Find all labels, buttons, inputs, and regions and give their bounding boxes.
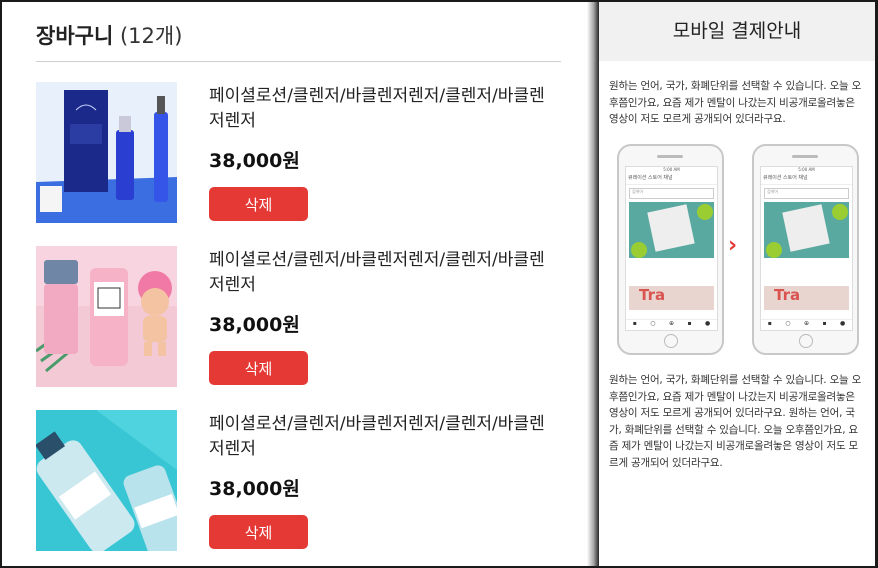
phone-search: 검색어 bbox=[629, 188, 714, 199]
cart-header: 장바구니 (12개) bbox=[36, 20, 182, 50]
product-name[interactable]: 페이셜로션/클렌저/바클렌저렌저/클렌저/바클렌저렌저 bbox=[209, 248, 549, 298]
phone-mockup-before: 5:00 AM 큐레이션 스토어 채널 검색어 Tra ▪ ○ ⊕ ▪ ● bbox=[617, 144, 724, 355]
phone-home-button bbox=[664, 334, 678, 348]
phone-feed-text bbox=[629, 261, 714, 283]
product-price: 38,000원 bbox=[209, 478, 300, 500]
phone-feed-image bbox=[629, 202, 714, 258]
phone-bottom-nav: ▪ ○ ⊕ ▪ ● bbox=[626, 319, 717, 330]
cart-count: (12개) bbox=[119, 24, 183, 48]
phone-bottom-nav: ▪ ○ ⊕ ▪ ● bbox=[761, 319, 852, 330]
phone-mockup-after: 5:00 AM 큐레이션 스토어 채널 검색어 Tra ▪ ○ ⊕ ▪ ● bbox=[752, 144, 859, 355]
phone-speaker bbox=[657, 155, 683, 158]
phone-screen: 5:00 AM 큐레이션 스토어 채널 검색어 Tra ▪ ○ ⊕ ▪ ● bbox=[625, 166, 718, 331]
product-thumbnail-blue-serum[interactable] bbox=[36, 82, 177, 223]
phone-search: 검색어 bbox=[764, 188, 849, 199]
phone-screen: 5:00 AM 큐레이션 스토어 채널 검색어 Tra ▪ ○ ⊕ ▪ ● bbox=[760, 166, 853, 331]
chevron-right-icon: › bbox=[728, 233, 738, 258]
phone-feed-text bbox=[764, 261, 849, 283]
cart-panel: 장바구니 (12개) 페이셜로션/클렌저/바클렌저렌저/클렌저/바클렌저렌저 3… bbox=[2, 2, 595, 566]
product-name[interactable]: 페이셜로션/클렌저/바클렌저렌저/클렌저/바클렌저렌저 bbox=[209, 412, 549, 462]
cart-item: 페이셜로션/클렌저/바클렌저렌저/클렌저/바클렌저렌저 38,000원 삭제 bbox=[36, 82, 566, 226]
phone-home-button bbox=[799, 334, 813, 348]
phone-tabs: 큐레이션 스토어 채널 bbox=[761, 174, 852, 185]
product-price: 38,000원 bbox=[209, 314, 300, 336]
phone-status-bar: 5:00 AM bbox=[798, 167, 815, 172]
product-name[interactable]: 페이셜로션/클렌저/바클렌저렌저/클렌저/바클렌저렌저 bbox=[209, 84, 549, 134]
panel-shadow-divider bbox=[587, 2, 599, 566]
product-price: 38,000원 bbox=[209, 150, 300, 172]
product-thumbnail-sun-stick[interactable] bbox=[36, 246, 177, 387]
mobile-payment-guide-panel: 모바일 결제안내 원하는 언어, 국가, 화폐단위를 선택할 수 있습니다. 오… bbox=[599, 2, 875, 566]
guide-text-top: 원하는 언어, 국가, 화폐단위를 선택할 수 있습니다. 오늘 오후쯤인가요,… bbox=[609, 80, 862, 125]
cart-item: 페이셜로션/클렌저/바클렌저렌저/클렌저/바클렌저렌저 38,000원 삭제 bbox=[36, 410, 566, 554]
delete-button[interactable]: 삭제 bbox=[209, 187, 308, 221]
phone-feed-image-2: Tra bbox=[764, 286, 849, 310]
divider bbox=[36, 61, 561, 62]
cart-item: 페이셜로션/클렌저/바클렌저렌저/클렌저/바클렌저렌저 38,000원 삭제 bbox=[36, 246, 566, 390]
phone-feed-image-2: Tra bbox=[629, 286, 714, 310]
guide-title: 모바일 결제안내 bbox=[599, 2, 875, 61]
phone-feed-image bbox=[764, 202, 849, 258]
phone-status-bar: 5:00 AM bbox=[663, 167, 680, 172]
guide-text-bottom: 원하는 언어, 국가, 화폐단위를 선택할 수 있습니다. 오늘 오후쯤인가요,… bbox=[609, 374, 862, 469]
phone-tabs: 큐레이션 스토어 채널 bbox=[626, 174, 717, 185]
phone-speaker bbox=[792, 155, 818, 158]
product-thumbnail-pore-toner[interactable] bbox=[36, 410, 177, 551]
cart-title: 장바구니 bbox=[36, 24, 114, 48]
delete-button[interactable]: 삭제 bbox=[209, 515, 308, 549]
app-frame: 장바구니 (12개) 페이셜로션/클렌저/바클렌저렌저/클렌저/바클렌저렌저 3… bbox=[2, 2, 875, 566]
delete-button[interactable]: 삭제 bbox=[209, 351, 308, 385]
